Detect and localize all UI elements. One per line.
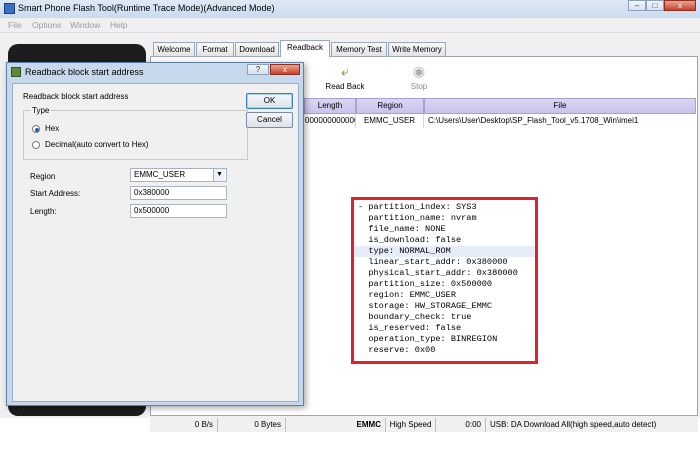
type-group xyxy=(23,110,248,160)
column-length[interactable]: Length xyxy=(304,98,356,114)
cancel-button[interactable]: Cancel xyxy=(246,112,293,128)
start-address-input[interactable]: 0x380000 xyxy=(130,186,227,200)
line-partition-index: - partition_index: SYS3 xyxy=(358,202,477,212)
tab-format[interactable]: Format xyxy=(196,42,234,56)
close-button[interactable]: x xyxy=(664,0,696,11)
stop-icon[interactable]: ◉ xyxy=(409,63,429,80)
column-file[interactable]: File xyxy=(424,98,696,114)
window-title: Smart Phone Flash Tool(Runtime Trace Mod… xyxy=(18,3,275,13)
start-address-label: Start Address: xyxy=(30,189,81,198)
type-label: Type xyxy=(30,106,52,115)
line-is-reserved: is_reserved: false xyxy=(358,323,462,333)
tab-download[interactable]: Download xyxy=(235,42,279,56)
dialog-heading: Readback block start address xyxy=(23,92,129,101)
menu-bar xyxy=(0,18,700,33)
line-linear-start-addr: linear_start_addr: 0x380000 xyxy=(358,257,508,267)
menu-options[interactable]: Options xyxy=(32,20,61,30)
app-icon xyxy=(4,3,15,14)
maximize-button[interactable]: □ xyxy=(646,0,664,11)
tab-readback[interactable]: Readback xyxy=(280,40,330,57)
radio-decimal[interactable] xyxy=(32,141,40,149)
line-physical-start-addr: physical_start_addr: 0x380000 xyxy=(358,268,518,278)
length-label: Length: xyxy=(30,207,57,216)
status-usb: USB: DA Download All(high speed,auto det… xyxy=(490,420,657,429)
stop-button[interactable]: Stop xyxy=(404,82,434,91)
partition-info-box: - partition_index: SYS3 partition_name: … xyxy=(351,197,538,364)
line-operation-type: operation_type: BINREGION xyxy=(358,334,498,344)
dialog-close-button[interactable]: x xyxy=(270,64,300,75)
dialog-body: Readback block start address Type Hex De… xyxy=(12,83,299,402)
cell-length[interactable]: 000000000000... xyxy=(305,114,356,128)
column-region[interactable]: Region xyxy=(356,98,424,114)
readback-button[interactable]: Read Back xyxy=(322,82,368,91)
tab-welcome[interactable]: Welcome xyxy=(153,42,195,56)
status-time: 0:00 xyxy=(436,418,486,432)
length-input[interactable]: 0x500000 xyxy=(130,204,227,218)
radio-hex-label[interactable]: Hex xyxy=(45,124,59,133)
line-region: region: EMMC_USER xyxy=(358,290,456,300)
line-storage: storage: HW_STORAGE_EMMC xyxy=(358,301,493,311)
ok-button[interactable]: OK xyxy=(246,93,293,109)
cell-file[interactable]: C:\Users\User\Desktop\SP_Flash_Tool_v5.1… xyxy=(428,114,694,128)
minimize-button[interactable]: – xyxy=(628,0,646,11)
dialog-title: Readback block start address xyxy=(25,67,144,77)
chevron-down-icon[interactable]: ▼ xyxy=(213,169,225,181)
status-speed: 0 B/s xyxy=(150,418,218,432)
tab-memory-test[interactable]: Memory Test xyxy=(331,42,387,56)
menu-window[interactable]: Window xyxy=(70,20,100,30)
line-reserve: reserve: 0x00 xyxy=(358,345,436,355)
line-type: type: NORMAL_ROM xyxy=(354,246,535,258)
radio-hex[interactable] xyxy=(32,125,40,133)
tab-write-memory[interactable]: Write Memory xyxy=(388,42,446,56)
menu-file[interactable]: File xyxy=(8,20,22,30)
region-label: Region xyxy=(30,172,56,181)
line-boundary-check: boundary_check: true xyxy=(358,312,472,322)
line-partition-size: partition_size: 0x500000 xyxy=(358,279,493,289)
line-is-download: is_download: false xyxy=(358,235,462,245)
line-partition-name: partition_name: nvram xyxy=(358,213,477,223)
line-file-name: file_name: NONE xyxy=(358,224,446,234)
status-storage: EMMC xyxy=(286,418,386,432)
status-mode: High Speed xyxy=(386,418,436,432)
cell-region[interactable]: EMMC_USER xyxy=(356,114,424,128)
radio-decimal-label[interactable]: Decimal(auto convert to Hex) xyxy=(45,140,149,149)
status-bar: 0 B/s 0 Bytes EMMC High Speed 0:00 USB: … xyxy=(150,418,698,432)
readback-arrow-icon[interactable]: ⤶ xyxy=(335,63,355,80)
readback-address-dialog: Readback block start address ? x Readbac… xyxy=(6,62,304,406)
dialog-help-button[interactable]: ? xyxy=(247,64,269,75)
status-bytes: 0 Bytes xyxy=(218,418,286,432)
dialog-icon xyxy=(11,67,21,77)
menu-help[interactable]: Help xyxy=(110,20,127,30)
